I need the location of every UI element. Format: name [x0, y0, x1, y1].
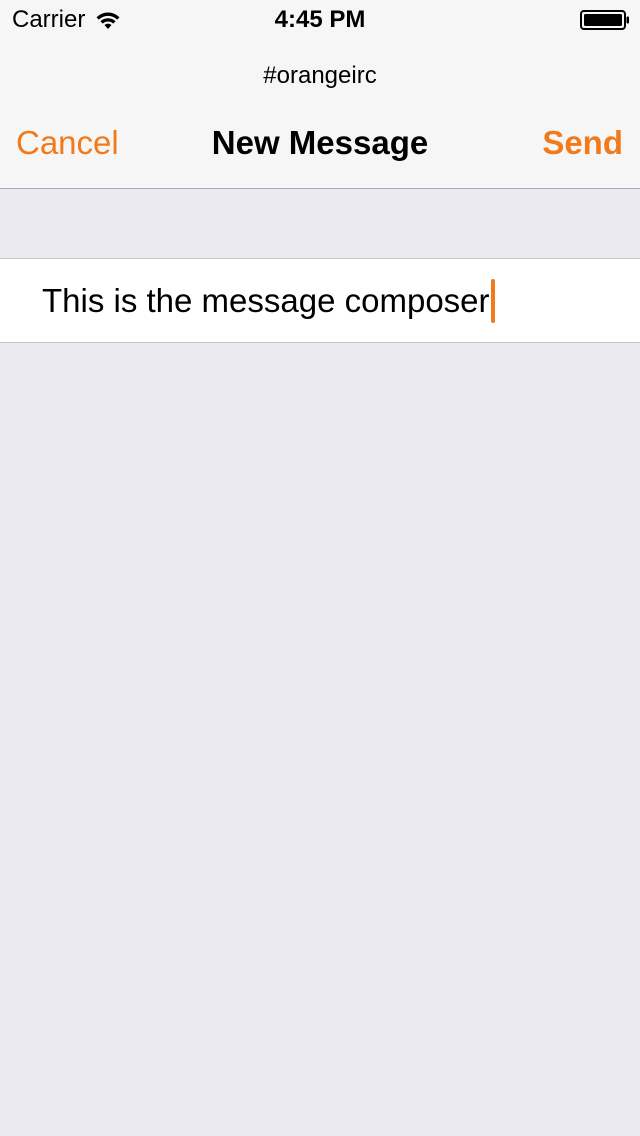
nav-bar: Cancel New Message Send [0, 110, 640, 180]
top-chrome: Carrier 4:45 PM #orangeirc Cancel New Me… [0, 0, 640, 189]
message-composer-field[interactable]: This is the message composer [0, 258, 640, 343]
composer-text-wrapper: This is the message composer [42, 279, 495, 323]
status-time: 4:45 PM [274, 6, 366, 33]
composer-text: This is the message composer [42, 282, 490, 319]
nav-prompt: #orangeirc [263, 62, 377, 89]
text-caret [490, 279, 495, 323]
send-button[interactable]: Send [542, 124, 623, 162]
status-bar: Carrier 4:45 PM [0, 0, 640, 40]
screen: Carrier 4:45 PM #orangeirc Cancel New Me… [0, 0, 640, 1136]
battery-icon [580, 10, 629, 30]
